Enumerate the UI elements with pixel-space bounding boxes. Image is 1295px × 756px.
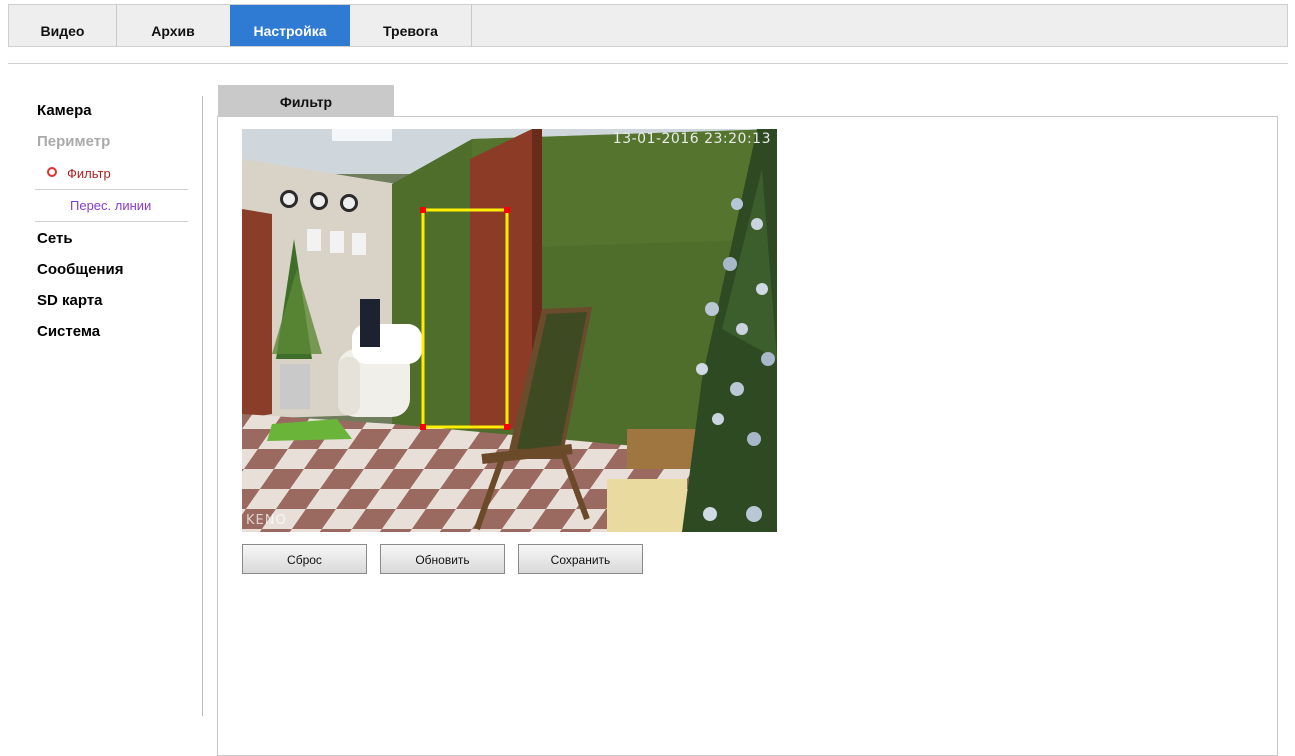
tab-video[interactable]: Видео — [9, 5, 117, 46]
camera-timestamp: 13-01-2016 23:20:13 — [612, 131, 771, 147]
filter-box-handle-top-left — [420, 207, 426, 213]
camera-scene-image — [242, 129, 777, 532]
filter-box-handle-bottom-right — [504, 424, 510, 430]
sidebar-subitem-line-crossing[interactable]: Перес. линии — [70, 198, 151, 213]
sidebar-divider-vertical — [202, 96, 203, 716]
sidebar-item-messages[interactable]: Сообщения — [37, 261, 123, 278]
sidebar-item-system[interactable]: Система — [37, 323, 100, 340]
header-divider — [8, 63, 1288, 64]
sidebar-item-perimeter[interactable]: Периметр — [37, 133, 110, 150]
sidebar-divider — [35, 221, 188, 222]
sidebar-subitem-filter[interactable]: Фильтр — [47, 166, 111, 181]
filter-box-handle-bottom-left — [420, 424, 426, 430]
refresh-button[interactable]: Обновить — [380, 544, 505, 574]
selected-dot-icon — [47, 167, 57, 177]
save-button[interactable]: Сохранить — [518, 544, 643, 574]
sidebar-item-camera[interactable]: Камера — [37, 102, 92, 119]
tab-settings[interactable]: Настройка — [230, 5, 350, 46]
tab-archive[interactable]: Архив — [116, 5, 230, 46]
sidebar-item-network[interactable]: Сеть — [37, 230, 73, 247]
camera-preview[interactable]: 13-01-2016 23:20:13 KENO — [242, 129, 777, 532]
reset-button[interactable]: Сброс — [242, 544, 367, 574]
filter-box-handle-top-right — [504, 207, 510, 213]
tab-alarm[interactable]: Тревога — [350, 5, 472, 46]
sidebar-item-sd-card[interactable]: SD карта — [37, 292, 103, 309]
top-nav-bar: Видео Архив Настройка Тревога — [8, 4, 1288, 47]
sidebar-divider — [35, 189, 188, 190]
camera-logo-watermark: KENO — [246, 513, 287, 528]
tab-filter[interactable]: Фильтр — [218, 85, 394, 117]
sidebar-subitem-filter-label: Фильтр — [67, 166, 111, 181]
